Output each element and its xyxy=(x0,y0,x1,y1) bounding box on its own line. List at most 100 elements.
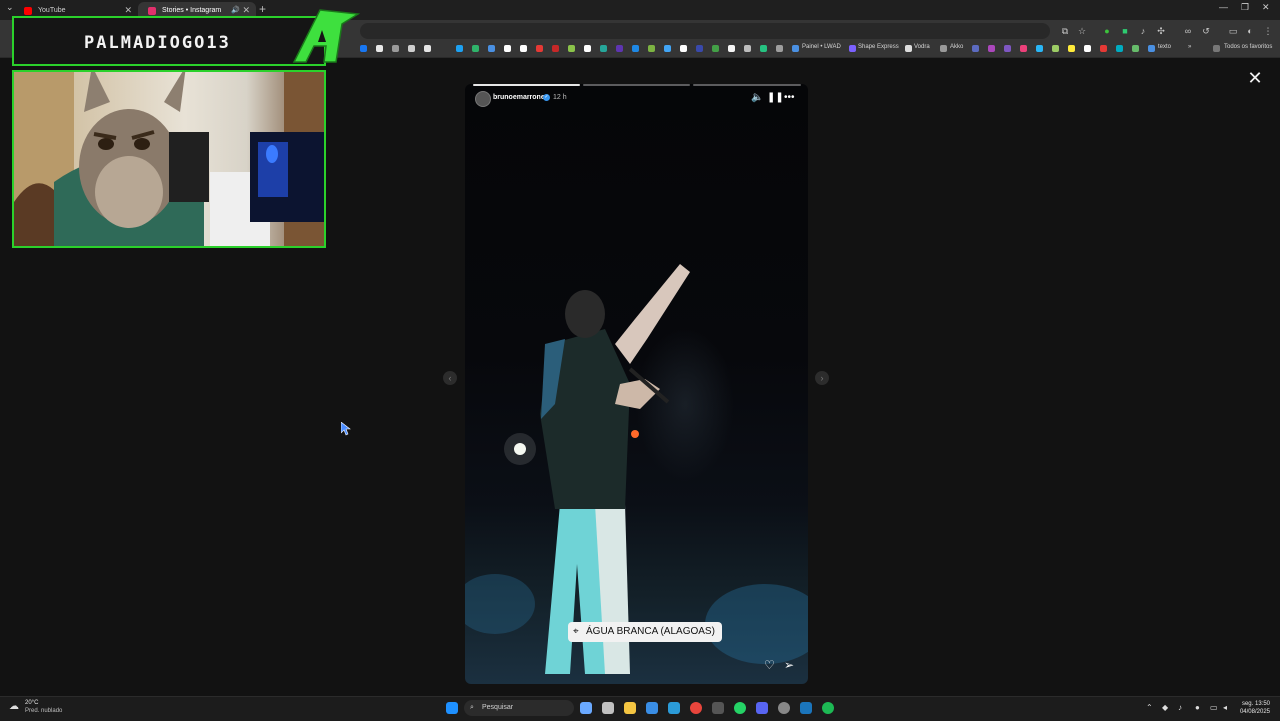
bookmark-shape-icon[interactable] xyxy=(849,45,856,52)
app-icon[interactable] xyxy=(646,702,658,714)
weather-description[interactable]: Pred. nublado xyxy=(25,708,62,714)
bookmark-icon[interactable] xyxy=(456,45,463,52)
minimize-button[interactable]: — xyxy=(1219,2,1228,12)
bookmark-icon[interactable] xyxy=(1116,45,1123,52)
extensions-puzzle-icon[interactable]: ✣ xyxy=(1156,26,1166,36)
media-icon[interactable]: ♪ xyxy=(1138,26,1148,36)
address-bar[interactable] xyxy=(360,23,1050,39)
story-username[interactable]: brunoemarrone xyxy=(493,94,545,101)
bookmark-star-icon[interactable]: ☆ xyxy=(1077,26,1087,36)
close-window-button[interactable]: ✕ xyxy=(1262,2,1270,13)
install-app-icon[interactable]: ⧉ xyxy=(1060,26,1070,36)
steam-icon[interactable] xyxy=(800,702,812,714)
close-icon[interactable]: ✕ xyxy=(1245,68,1265,88)
volume-icon[interactable]: ♪ xyxy=(1178,703,1182,712)
bookmark-icon[interactable] xyxy=(536,45,543,52)
bookmark-icon[interactable] xyxy=(472,45,479,52)
bookmark-icon[interactable] xyxy=(744,45,751,52)
bookmark-painel-lwad[interactable]: Painel • LWAD xyxy=(802,44,841,50)
app-icon[interactable] xyxy=(778,702,790,714)
bookmark-icon[interactable] xyxy=(988,45,995,52)
bookmark-icon[interactable] xyxy=(680,45,687,52)
bookmark-icon[interactable] xyxy=(760,45,767,52)
bookmark-icon[interactable] xyxy=(520,45,527,52)
bookmark-icon[interactable] xyxy=(504,45,511,52)
extension-icon[interactable]: ● xyxy=(1102,26,1112,36)
bookmark-icon[interactable] xyxy=(1084,45,1091,52)
extension-icon[interactable]: ■ xyxy=(1120,26,1130,36)
app-icon[interactable] xyxy=(712,702,724,714)
bookmark-icon[interactable] xyxy=(1100,45,1107,52)
tab-search-icon[interactable]: ⌄ xyxy=(6,2,14,13)
bookmark-texto[interactable]: texto xyxy=(1158,44,1171,50)
bookmark-icon[interactable] xyxy=(1004,45,1011,52)
bookmark-icon[interactable] xyxy=(728,45,735,52)
send-icon[interactable]: ➢ xyxy=(784,658,794,672)
copilot-icon[interactable] xyxy=(580,702,592,714)
incognito-icon[interactable]: ∞ xyxy=(1183,26,1193,36)
tray-overflow-icon[interactable]: ⌃ xyxy=(1146,703,1153,712)
bookmark-icon[interactable] xyxy=(584,45,591,52)
bookmark-icon[interactable] xyxy=(568,45,575,52)
location-sticker[interactable]: ⌖ ÁGUA BRANCA (ALAGOAS) xyxy=(568,622,722,642)
history-icon[interactable]: ↺ xyxy=(1201,26,1211,36)
network-icon[interactable]: ▭ xyxy=(1210,703,1218,712)
bookmark-icon[interactable] xyxy=(1052,45,1059,52)
bookmark-facebook-icon[interactable] xyxy=(360,45,367,52)
edge-icon[interactable] xyxy=(668,702,680,714)
new-tab-button[interactable]: + xyxy=(259,2,266,16)
spotify-icon[interactable] xyxy=(822,702,834,714)
weather-cloud-icon[interactable]: ☁ xyxy=(9,701,19,712)
restore-button[interactable]: ❐ xyxy=(1241,2,1249,13)
bookmark-icon[interactable] xyxy=(552,45,559,52)
sidebar-icon[interactable]: ▭ xyxy=(1228,26,1238,36)
bookmarks-overflow-icon[interactable]: » xyxy=(1188,44,1191,50)
bookmark-akko-icon[interactable] xyxy=(940,45,947,52)
bookmark-x-icon[interactable] xyxy=(376,45,383,52)
bookmark-shape-express[interactable]: Shape Express xyxy=(858,44,899,50)
bookmark-icon[interactable] xyxy=(616,45,623,52)
bookmark-icon[interactable] xyxy=(776,45,783,52)
bookmark-icon[interactable] xyxy=(632,45,639,52)
taskbar-clock[interactable]: seg. 13:50 04/08/2025 xyxy=(1236,700,1270,716)
menu-icon[interactable]: ⋮ xyxy=(1263,26,1273,36)
bookmark-icon[interactable] xyxy=(408,45,415,52)
heart-icon[interactable]: ♡ xyxy=(764,658,775,672)
bookmark-icon[interactable] xyxy=(1036,45,1043,52)
bookmark-icon[interactable] xyxy=(1132,45,1139,52)
avatar[interactable] xyxy=(475,91,491,107)
bookmark-painel-icon[interactable] xyxy=(792,45,799,52)
bookmark-icon[interactable] xyxy=(392,45,399,52)
mic-icon[interactable]: ● xyxy=(1195,703,1200,712)
file-explorer-icon[interactable] xyxy=(624,702,636,714)
all-bookmarks[interactable]: Todos os favoritos xyxy=(1224,44,1272,50)
bookmark-icon[interactable] xyxy=(600,45,607,52)
bookmark-icon[interactable] xyxy=(972,45,979,52)
tray-app-icon[interactable]: ◆ xyxy=(1162,703,1168,712)
taskbar-search[interactable]: ⌕ Pesquisar xyxy=(464,700,574,716)
chevron-left-icon[interactable]: ‹ xyxy=(443,371,457,385)
store-icon[interactable] xyxy=(602,702,614,714)
bookmark-icon[interactable] xyxy=(1068,45,1075,52)
profile-avatar-icon[interactable]: ◐ xyxy=(1245,26,1255,36)
bookmark-icon[interactable] xyxy=(664,45,671,52)
whatsapp-icon[interactable] xyxy=(734,702,746,714)
windows-start-icon[interactable] xyxy=(446,702,458,714)
weather-temperature[interactable]: 20°C xyxy=(25,700,38,706)
bookmark-icon[interactable] xyxy=(1020,45,1027,52)
bookmark-vodra-icon[interactable] xyxy=(905,45,912,52)
pause-icon[interactable]: ❚❚ xyxy=(767,92,784,103)
bookmark-icon[interactable] xyxy=(488,45,495,52)
bookmark-icon[interactable] xyxy=(648,45,655,52)
speaker-icon[interactable]: 🔈 xyxy=(751,92,763,103)
bookmark-akko[interactable]: Akko xyxy=(950,44,963,50)
chrome-icon[interactable] xyxy=(690,702,702,714)
bookmark-icon[interactable] xyxy=(424,45,431,52)
bookmark-icon[interactable] xyxy=(696,45,703,52)
more-options-icon[interactable]: ••• xyxy=(784,92,795,103)
story-media[interactable] xyxy=(465,84,808,684)
chevron-right-icon[interactable]: › xyxy=(815,371,829,385)
speaker-icon[interactable]: ◂ xyxy=(1223,703,1227,712)
bookmark-vodra[interactable]: Vodra xyxy=(914,44,930,50)
discord-icon[interactable] xyxy=(756,702,768,714)
